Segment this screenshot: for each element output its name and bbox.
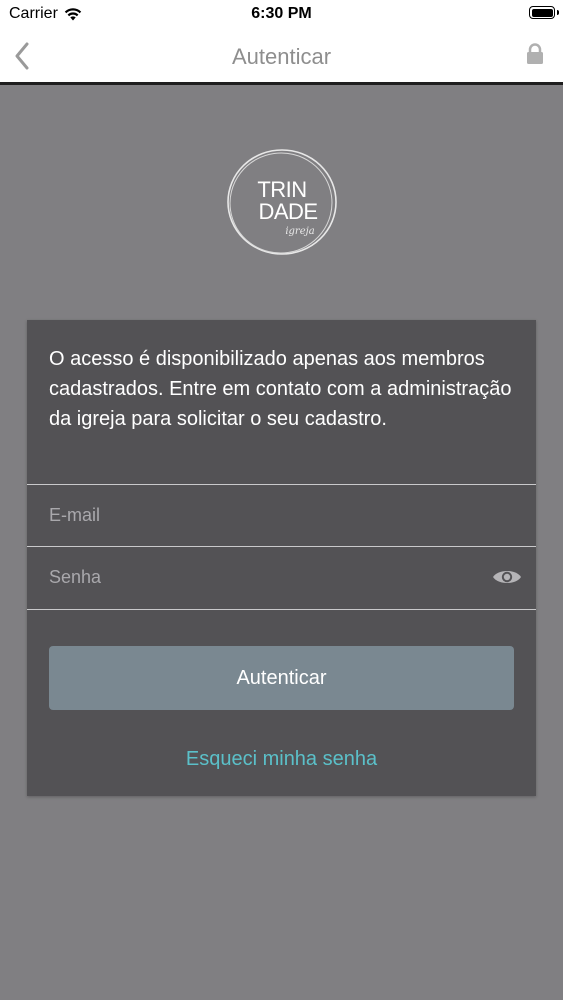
password-field[interactable] (49, 547, 469, 607)
page-title: Autenticar (231, 44, 332, 69)
show-password-button[interactable] (492, 567, 522, 587)
status-time: 6:30 PM (251, 5, 312, 22)
status-bar: Carrier 6:30 PM (0, 0, 563, 30)
login-card: O acesso é disponibilizado apenas aos me… (27, 320, 536, 796)
email-field[interactable] (49, 485, 469, 545)
access-message: O acesso é disponibilizado apenas aos me… (49, 348, 512, 430)
logo-script: igreja (285, 226, 314, 237)
battery-icon (529, 6, 559, 19)
password-field-row (27, 547, 536, 607)
lock-icon (527, 43, 543, 64)
authenticate-button[interactable]: Autenticar (49, 646, 514, 710)
eye-icon (493, 571, 521, 583)
divider (27, 609, 536, 610)
lock-button[interactable] (525, 43, 545, 65)
logo-line2: DADE (258, 199, 317, 224)
forgot-password-link[interactable]: Esqueci minha senha (27, 748, 536, 771)
email-field-row (27, 485, 536, 545)
logo-emblem: TRIN DADE igreja (227, 149, 337, 255)
navigation-bar: Autenticar (0, 30, 563, 85)
church-logo: TRIN DADE igreja (224, 146, 340, 258)
